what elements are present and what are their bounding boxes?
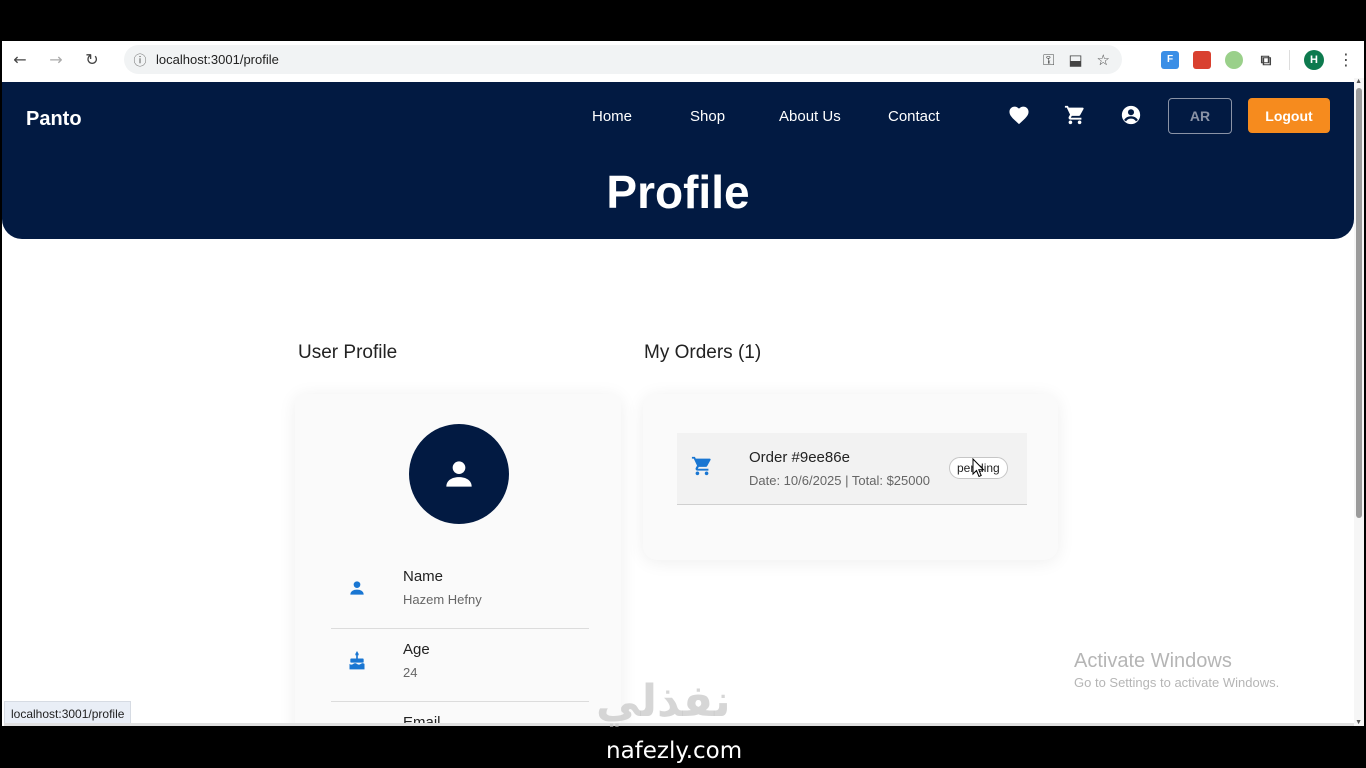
browser-menu-icon[interactable]: ⋮ [1338,50,1354,69]
main-nav: Home Shop About Us Contact [592,108,968,125]
extension-round-icon[interactable] [1225,50,1243,69]
profile-row-name: Name Hazem Hefny [331,556,589,629]
mouse-cursor-icon [972,458,985,478]
forward-button[interactable]: → [38,41,74,78]
user-profile-heading: User Profile [298,342,398,363]
order-title: Order #9ee86e [749,449,850,466]
age-value: 24 [403,665,418,680]
address-url[interactable]: localhost:3001/profile [156,52,279,67]
browser-toolbar: ← → ↻ ⓘ localhost:3001/profile ⚿ ⬓ ☆ F ⧉… [2,41,1364,78]
watermark-subtitle: Go to Settings to activate Windows. [1074,675,1280,690]
scrollbar-thumb[interactable] [1356,88,1362,518]
cake-icon [345,649,369,673]
scroll-down-arrow-icon[interactable]: ▼ [1355,719,1362,726]
nav-shop[interactable]: Shop [690,108,779,125]
age-label: Age [403,641,430,658]
toolbar-divider [1289,49,1290,70]
person-icon [446,461,472,487]
cart-icon[interactable] [1062,102,1088,128]
screen: ← → ↻ ⓘ localhost:3001/profile ⚿ ⬓ ☆ F ⧉… [0,0,1366,768]
site-info-icon[interactable]: ⓘ [124,50,156,69]
profile-card: Name Hazem Hefny Age 24 Email [295,394,621,726]
install-app-icon[interactable]: ⬓ [1068,51,1082,69]
nav-about-us[interactable]: About Us [779,108,888,125]
extensions-puzzle-icon[interactable]: ⧉ [1257,51,1275,69]
extension-pdf-icon[interactable] [1193,50,1211,69]
my-orders-heading: My Orders (1) [644,342,762,363]
nav-home[interactable]: Home [592,108,690,125]
page-viewport: Panto Home Shop About Us Contact AR Logo… [2,78,1364,726]
profile-avatar [409,424,509,524]
orders-card: Order #9ee86e Date: 10/6/2025 | Total: $… [643,394,1058,560]
page-scrollbar[interactable]: ▲ ▼ [1354,78,1364,726]
nafezly-site-mark: nafezly.com [606,738,743,764]
back-button[interactable]: ← [2,41,38,78]
profile-row-age: Age 24 [331,629,589,702]
password-key-icon[interactable]: ⚿ [1043,51,1054,69]
nafezly-arabic-logo: نفذلي [596,676,731,727]
bookmark-star-icon[interactable]: ☆ [1097,51,1110,69]
account-circle-icon[interactable] [1118,102,1144,128]
name-label: Name [403,568,444,585]
scroll-up-arrow-icon[interactable]: ▲ [1355,78,1362,85]
order-meta: Date: 10/6/2025 | Total: $25000 [749,473,930,488]
activate-windows-watermark: Activate Windows Go to Settings to activ… [1074,650,1279,690]
name-value: Hazem Hefny [403,592,482,607]
watermark-title: Activate Windows [1074,650,1232,672]
wishlist-heart-icon[interactable] [1006,102,1032,128]
brand-logo[interactable]: Panto [26,108,82,131]
order-cart-icon [691,455,713,482]
logout-button[interactable]: Logout [1248,98,1330,133]
person-icon [345,576,369,600]
browser-profile-avatar[interactable]: H [1304,49,1324,70]
extension-f-icon[interactable]: F [1161,50,1179,69]
header-hero: Panto Home Shop About Us Contact AR Logo… [2,82,1354,239]
language-ar-button[interactable]: AR [1168,98,1232,134]
reload-button[interactable]: ↻ [74,41,110,78]
address-bar[interactable]: ⓘ localhost:3001/profile ⚿ ⬓ ☆ [124,45,1122,74]
nav-contact[interactable]: Contact [888,108,968,125]
page-title: Profile [606,166,750,218]
